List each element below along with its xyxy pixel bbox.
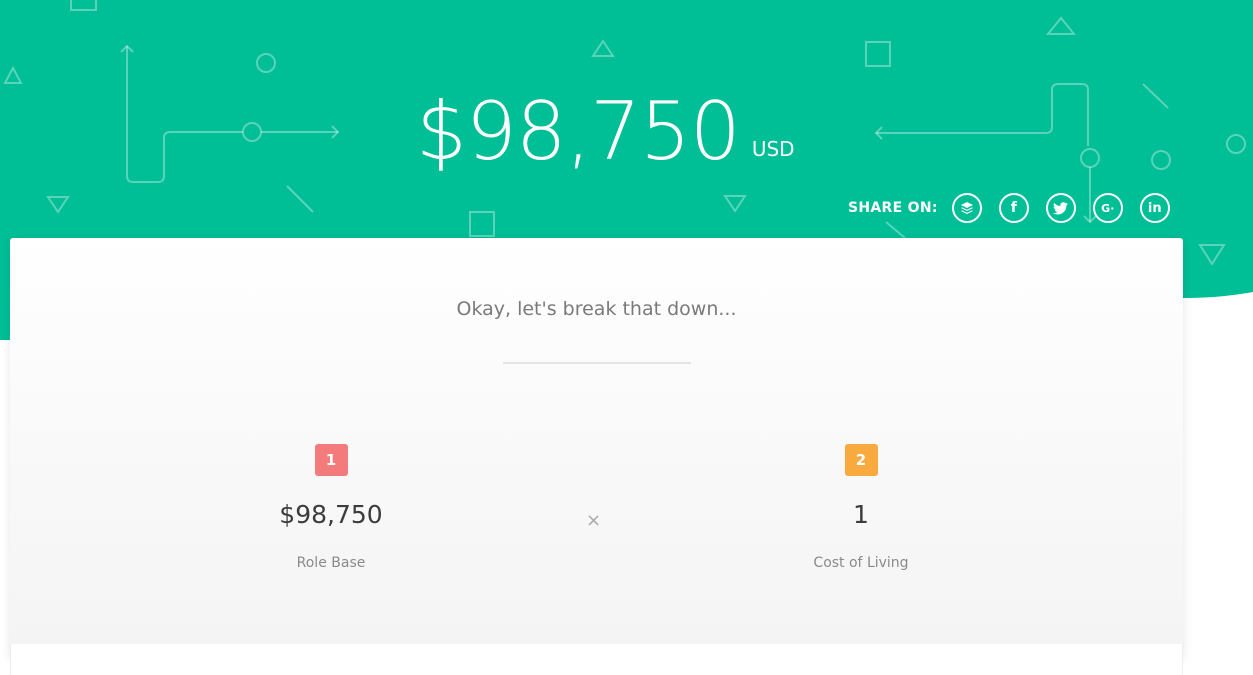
factor-number-badge: 1	[314, 444, 348, 476]
facebook-icon[interactable]: f	[998, 193, 1029, 223]
salary-amount: $98,750	[416, 85, 741, 178]
share-label: SHARE ON:	[848, 200, 938, 216]
factor-role-base: 1 $98,750 Role Base	[231, 444, 431, 571]
breakdown-card: Okay, let's break that down... 1 $98,750…	[10, 238, 1183, 658]
divider	[503, 362, 691, 364]
factor-number-badge: 2	[844, 444, 878, 476]
twitter-icon[interactable]	[1045, 193, 1076, 223]
factor-cost-of-living: 2 1 Cost of Living	[761, 444, 961, 571]
salary-result-page: $98,750 USD SHARE ON: f G· in Okay, let'…	[0, 0, 1253, 675]
factor-label: Role Base	[296, 555, 366, 571]
google-plus-icon[interactable]: G·	[1092, 193, 1123, 223]
factor-label: Cost of Living	[813, 555, 909, 571]
linkedin-icon[interactable]: in	[1139, 193, 1170, 223]
currency-label: USD	[751, 137, 795, 161]
factor-value: $98,750	[279, 500, 383, 529]
factor-value: 1	[853, 500, 869, 529]
breakdown-title: Okay, let's break that down...	[456, 298, 737, 320]
share-bar: SHARE ON: f G· in	[848, 190, 1170, 226]
card-lower-section	[10, 644, 1183, 675]
multiply-operator: ×	[586, 510, 602, 531]
buffer-icon[interactable]	[951, 193, 982, 223]
salary-total: $98,750 USD	[416, 78, 795, 178]
